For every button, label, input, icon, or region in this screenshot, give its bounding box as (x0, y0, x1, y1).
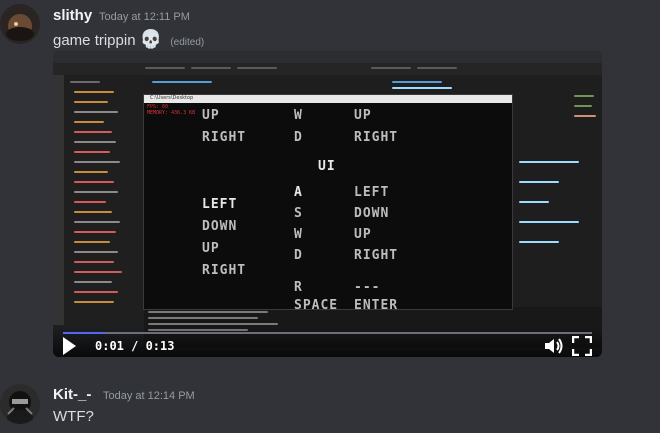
message-text: WTF? (53, 408, 94, 425)
timestamp: Today at 12:11 PM (99, 11, 190, 23)
avatar-kit[interactable] (0, 384, 40, 424)
game-key: S (294, 206, 303, 221)
ide-file-tree (64, 75, 144, 325)
ide-tabs (53, 63, 602, 75)
ide-titlebar (53, 51, 602, 63)
message-slithy: slithy Today at 12:11 PM game trippin 💀 … (0, 0, 660, 360)
game-window-title: C:\Users\Desktop (150, 95, 194, 101)
video-controls: 0:01 / 0:13 (53, 327, 602, 357)
ide-activity-bar (53, 75, 64, 325)
play-icon[interactable] (63, 337, 76, 355)
game-window: C:\Users\Desktop FPS: 60 MEMORY: 436.3 K… (143, 94, 513, 313)
game-action: UP (354, 108, 372, 123)
game-label: LEFT (202, 197, 238, 212)
game-key: A (294, 185, 303, 200)
game-label: UP (202, 108, 220, 123)
game-label: DOWN (202, 219, 238, 234)
game-action: UP (354, 227, 372, 242)
video-progress (63, 332, 106, 334)
video-time: 0:01 / 0:13 (95, 339, 175, 353)
message-kit: Kit-_- Today at 12:14 PM WTF? (0, 378, 660, 433)
edited-label: (edited) (170, 37, 205, 48)
game-key: R (294, 280, 303, 295)
game-window-titlebar: C:\Users\Desktop (144, 95, 512, 103)
game-action: DOWN (354, 206, 390, 221)
message-text: game trippin 💀 (edited) (53, 29, 204, 50)
game-action: RIGHT (354, 130, 399, 145)
video-timeline[interactable] (63, 332, 592, 334)
avatar-slithy[interactable] (0, 4, 40, 44)
message-content: game trippin (53, 32, 136, 49)
username[interactable]: Kit-_- (53, 386, 91, 403)
game-key: D (294, 130, 303, 145)
skull-emoji: 💀 (139, 29, 163, 49)
video-attachment[interactable]: C:\Users\Desktop FPS: 60 MEMORY: 436.3 K… (53, 51, 602, 357)
game-action: --- (354, 280, 381, 295)
game-label: UP (202, 241, 220, 256)
timestamp: Today at 12:14 PM (103, 390, 195, 402)
game-key: SPACE (294, 298, 339, 313)
game-action: ENTER (354, 298, 399, 313)
game-key: D (294, 248, 303, 263)
game-action: LEFT (354, 185, 390, 200)
game-debug-memory: MEMORY: 436.3 KB (147, 110, 196, 116)
fullscreen-icon[interactable] (571, 335, 593, 357)
game-key: W (294, 227, 303, 242)
game-label: RIGHT (202, 130, 247, 145)
game-key: W (294, 108, 303, 123)
game-label: RIGHT (202, 263, 247, 278)
game-center-label: UI (318, 159, 336, 174)
volume-icon[interactable] (544, 337, 564, 355)
game-action: RIGHT (354, 248, 399, 263)
username[interactable]: slithy (53, 7, 92, 24)
